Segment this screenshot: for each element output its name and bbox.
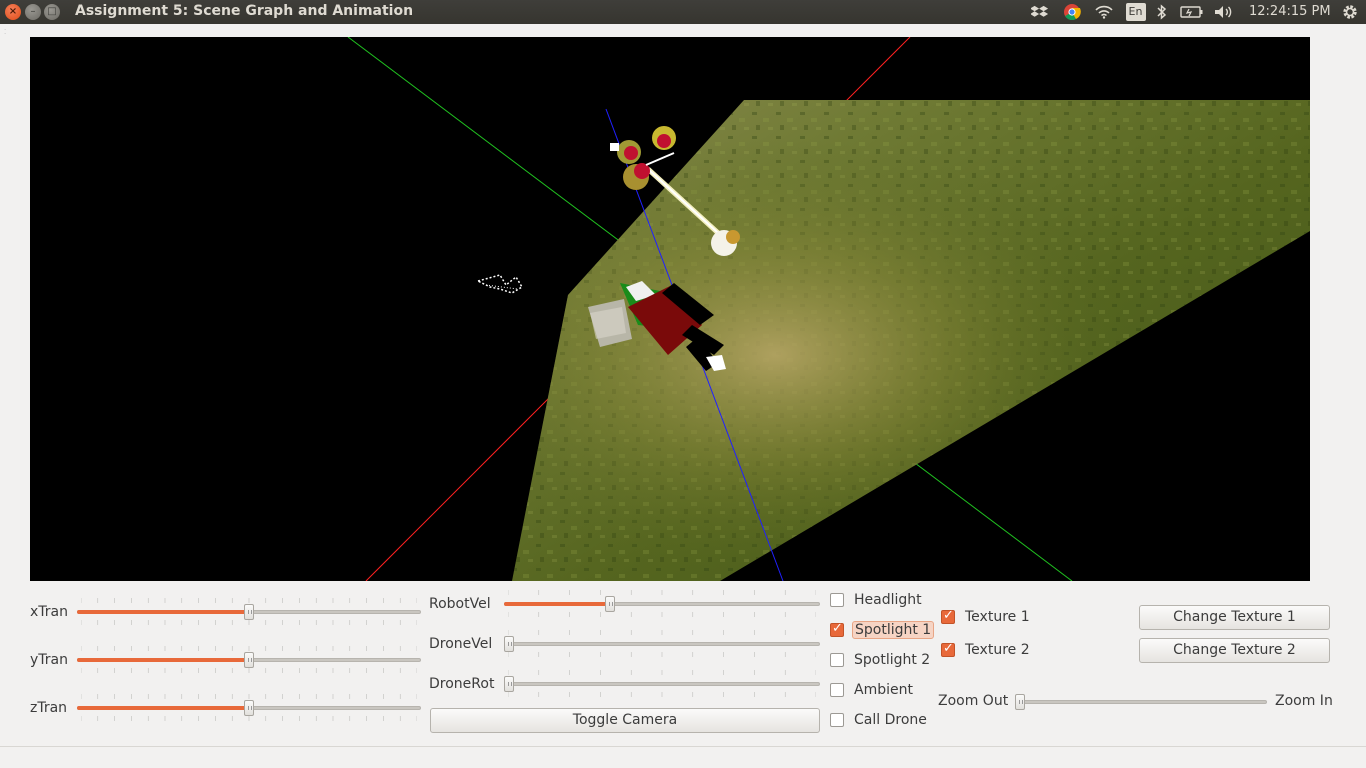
headlight-checkbox[interactable]: Headlight [830,589,924,611]
keyboard-layout-label: En [1125,3,1146,21]
xtran-label: xTran [30,604,68,620]
slider-handle[interactable] [504,636,514,652]
dronerot-slider[interactable] [504,670,820,698]
ytran-slider[interactable] [77,646,421,674]
spotlight-1-checkbox-box[interactable] [830,621,844,637]
ambient-checkbox[interactable]: Ambient [830,679,915,701]
spotlight-2-checkbox[interactable]: Spotlight 2 [830,649,932,671]
ztran-slider[interactable] [77,694,421,722]
slider-handle[interactable] [1015,694,1025,710]
ztran-label: zTran [30,700,68,716]
texture-1-checkbox-box[interactable] [941,608,955,624]
headlight-checkbox-box[interactable] [830,593,844,607]
headlight-label: Headlight [854,592,922,608]
ambient-checkbox-box[interactable] [830,683,844,697]
slider-handle[interactable] [244,700,254,716]
slider-groove[interactable] [504,642,820,646]
call-drone-checkbox[interactable]: Call Drone [830,709,929,731]
spotlight-2-label: Spotlight 2 [854,652,931,668]
robotvel-label: RobotVel [429,596,491,612]
zoom-in-label: Zoom In [1275,693,1333,709]
minimize-window-button[interactable]: – [25,4,41,20]
change-texture-2-button[interactable]: Change Texture 2 [1139,638,1330,663]
spotlight-2-checkbox-box[interactable] [830,653,844,667]
title-bar: × – □ Assignment 5: Scene Graph and Anim… [0,0,1366,24]
slider-ticks [81,620,417,626]
slider-handle[interactable] [244,652,254,668]
zoom-slider[interactable] [1015,688,1267,716]
window-title: Assignment 5: Scene Graph and Animation [75,3,414,19]
texture-1-checkbox[interactable]: Texture 1 [941,606,1032,628]
call-drone-label: Call Drone [854,712,927,728]
settings-gear-icon[interactable] [1340,0,1360,24]
gl-viewport[interactable] [30,37,1310,581]
slider-ticks [508,692,816,698]
xtran-slider[interactable] [77,598,421,626]
spotlight-1-checkbox[interactable]: Spotlight 1 [830,619,935,641]
slider-ticks [81,716,417,722]
spotlight-1-label: Spotlight 1 [852,621,935,639]
texture-2-label: Texture 2 [965,642,1030,658]
texture-2-checkbox[interactable]: Texture 2 [941,639,1032,661]
volume-icon[interactable] [1213,0,1235,24]
texture-2-checkbox-box[interactable] [941,641,955,657]
change-texture-1-button[interactable]: Change Texture 1 [1139,605,1330,630]
slider-handle[interactable] [244,604,254,620]
maximize-window-button[interactable]: □ [44,4,60,20]
zoom-out-label: Zoom Out [938,693,1009,709]
status-bar [0,746,1366,768]
dronevel-slider[interactable] [504,630,820,658]
toolbar-grip: · · [4,26,7,38]
slider-fill [77,706,249,710]
dronerot-label: DroneRot [429,676,495,692]
slider-fill [504,602,609,606]
slider-fill [77,610,249,614]
slider-groove[interactable] [504,682,820,686]
slider-groove[interactable] [1015,700,1267,704]
slider-ticks [508,670,816,676]
slider-ticks [508,652,816,658]
keyboard-layout-icon[interactable]: En [1125,0,1146,24]
chrome-icon[interactable] [1062,0,1082,24]
slider-handle[interactable] [504,676,514,692]
slider-ticks [81,668,417,674]
clock[interactable]: 12:24:15 PM [1249,4,1331,19]
scene-render [347,37,1310,581]
ambient-label: Ambient [854,682,913,698]
dropbox-icon[interactable] [1030,0,1050,24]
distant-object [475,274,524,294]
slider-handle[interactable] [604,596,615,612]
close-window-button[interactable]: × [5,4,21,20]
texture-1-label: Texture 1 [965,609,1030,625]
battery-icon[interactable] [1179,0,1205,24]
toggle-camera-button[interactable]: Toggle Camera [430,708,820,733]
bluetooth-icon[interactable] [1154,0,1170,24]
dronevel-label: DroneVel [429,636,493,652]
ytran-label: yTran [30,652,68,668]
slider-ticks [508,590,816,596]
call-drone-checkbox-box[interactable] [830,713,844,727]
slider-ticks [508,612,816,618]
slider-ticks [508,630,816,636]
wifi-icon[interactable] [1094,0,1114,24]
robotvel-slider[interactable] [504,590,820,618]
slider-fill [77,658,249,662]
